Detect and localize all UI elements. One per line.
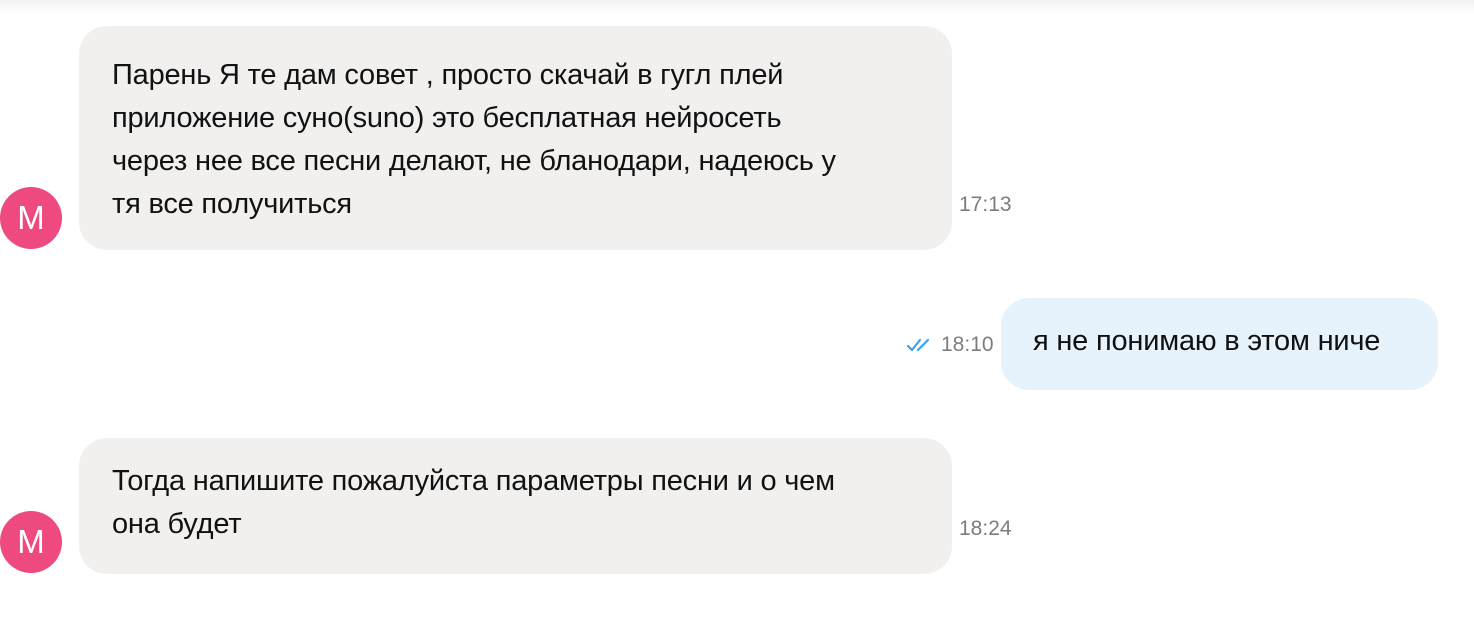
message-text: Парень Я те дам совет , просто скачай в … [112,59,836,220]
header-shadow [0,0,1474,14]
avatar[interactable]: M [0,187,62,249]
message-text: Тогда напишите пожалуйста параметры песн… [112,465,835,540]
avatar[interactable]: M [0,511,62,573]
message-timestamp: 17:13 [959,193,1012,216]
message-timestamp: 18:10 [941,333,994,356]
chat-message-list: M Парень Я те дам совет , просто скачай … [0,0,1474,628]
message-text: я не понимаю в этом ниче [1033,325,1381,357]
double-check-icon [907,338,930,352]
incoming-message-bubble[interactable]: Парень Я те дам совет , просто скачай в … [79,26,952,250]
incoming-message-bubble[interactable]: Тогда напишите пожалуйста параметры песн… [79,438,952,574]
message-timestamp: 18:24 [959,517,1012,540]
outgoing-message-bubble[interactable]: я не понимаю в этом ниче [1001,298,1438,390]
